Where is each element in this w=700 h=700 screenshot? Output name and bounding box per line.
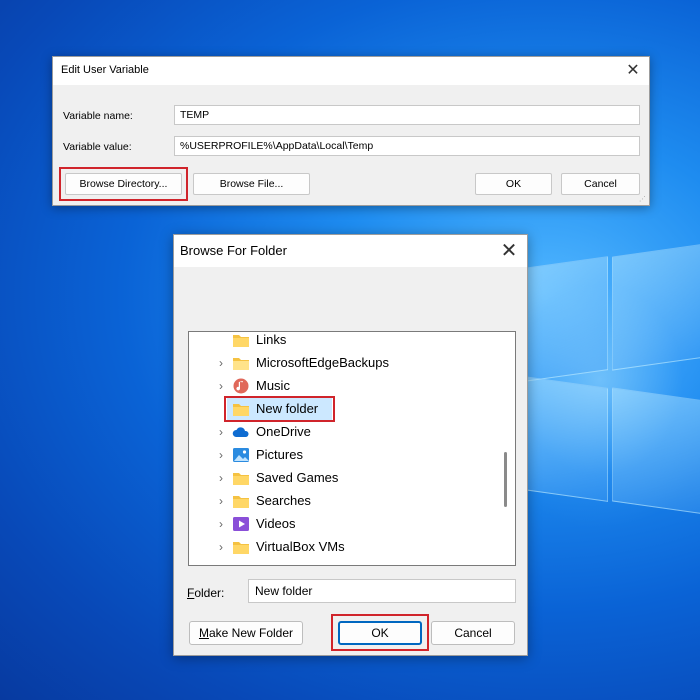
folder-tree[interactable]: Links › MicrosoftEdgeBackups › Music New… xyxy=(188,331,516,566)
tree-item-label: Pictures xyxy=(256,447,303,462)
tree-item[interactable]: › Saved Games xyxy=(189,467,499,489)
close-icon[interactable]: ✕ xyxy=(497,239,521,263)
folder-label-text: older: xyxy=(194,586,225,600)
music-icon xyxy=(233,378,249,394)
chevron-right-icon[interactable]: › xyxy=(215,355,227,371)
tree-item-label: MicrosoftEdgeBackups xyxy=(256,355,389,370)
folder-input[interactable]: New folder xyxy=(248,579,516,603)
tree-item[interactable]: › Pictures xyxy=(189,444,499,466)
tree-item-label: VirtualBox VMs xyxy=(256,539,345,554)
chevron-right-icon[interactable]: › xyxy=(215,539,227,555)
resize-grip-icon[interactable]: ⋰ xyxy=(639,195,646,203)
chevron-right-icon[interactable]: › xyxy=(215,516,227,532)
tree-item-selected[interactable]: New folder xyxy=(189,396,499,422)
folder-icon xyxy=(233,358,249,370)
tree-item[interactable]: Links xyxy=(189,332,499,351)
dialog-title: Browse For Folder xyxy=(180,243,287,258)
tree-item-label: Music xyxy=(256,378,290,393)
folder-icon xyxy=(233,473,249,485)
folder-icon xyxy=(233,496,249,508)
make-new-folder-text: ake New Folder xyxy=(208,626,294,640)
pictures-icon xyxy=(233,448,249,462)
tree-item[interactable]: › MicrosoftEdgeBackups xyxy=(189,352,499,374)
tree-item-label: OneDrive xyxy=(256,424,311,439)
tree-item[interactable]: › Searches xyxy=(189,490,499,512)
chevron-right-icon[interactable]: › xyxy=(215,447,227,463)
tree-item-label: Saved Games xyxy=(256,470,339,485)
tree-item-label: Links xyxy=(256,332,287,347)
chevron-right-icon[interactable]: › xyxy=(215,470,227,486)
chevron-right-icon[interactable]: › xyxy=(215,424,227,440)
close-icon[interactable]: ✕ xyxy=(623,61,643,81)
chevron-right-icon[interactable]: › xyxy=(215,378,227,394)
videos-icon xyxy=(233,517,249,531)
folder-icon xyxy=(233,335,249,347)
windows-logo xyxy=(524,232,700,572)
variable-name-input[interactable]: TEMP xyxy=(174,105,640,125)
cloud-icon xyxy=(232,427,249,437)
tree-item[interactable]: › Videos xyxy=(189,513,499,535)
scrollbar-thumb[interactable] xyxy=(504,452,507,507)
chevron-right-icon[interactable]: › xyxy=(215,493,227,509)
tree-item[interactable]: › OneDrive xyxy=(189,421,499,443)
dialog-title: Edit User Variable xyxy=(61,64,149,76)
dialog-title-bar: Browse For Folder ✕ xyxy=(174,235,527,267)
variable-value-label: Variable value: xyxy=(63,141,132,153)
variable-name-label: Variable name: xyxy=(63,110,133,122)
folder-icon xyxy=(233,542,249,554)
ok-button[interactable]: OK xyxy=(475,173,552,195)
highlight-box xyxy=(331,614,429,651)
variable-value-input[interactable]: %USERPROFILE%\AppData\Local\Temp xyxy=(174,136,640,156)
tree-item[interactable]: › Music xyxy=(189,375,499,397)
tree-item-label: Videos xyxy=(256,516,296,531)
cancel-button[interactable]: Cancel xyxy=(561,173,640,195)
make-new-folder-accelerator: M xyxy=(198,626,209,640)
make-new-folder-button[interactable]: Make New Folder xyxy=(189,621,303,645)
dialog-title-bar: Edit User Variable ✕ xyxy=(53,57,649,85)
highlight-box xyxy=(59,167,188,201)
browse-for-folder-dialog: Browse For Folder ✕ Links › MicrosoftEdg… xyxy=(173,234,528,656)
browse-file-button[interactable]: Browse File... xyxy=(193,173,310,195)
cancel-button[interactable]: Cancel xyxy=(431,621,515,645)
folder-label: Folder: xyxy=(187,586,224,600)
highlight-box xyxy=(224,396,335,422)
edit-user-variable-dialog: Edit User Variable ✕ Variable name: TEMP… xyxy=(52,56,650,206)
tree-item[interactable]: › VirtualBox VMs xyxy=(189,536,499,558)
tree-item-label: Searches xyxy=(256,493,311,508)
